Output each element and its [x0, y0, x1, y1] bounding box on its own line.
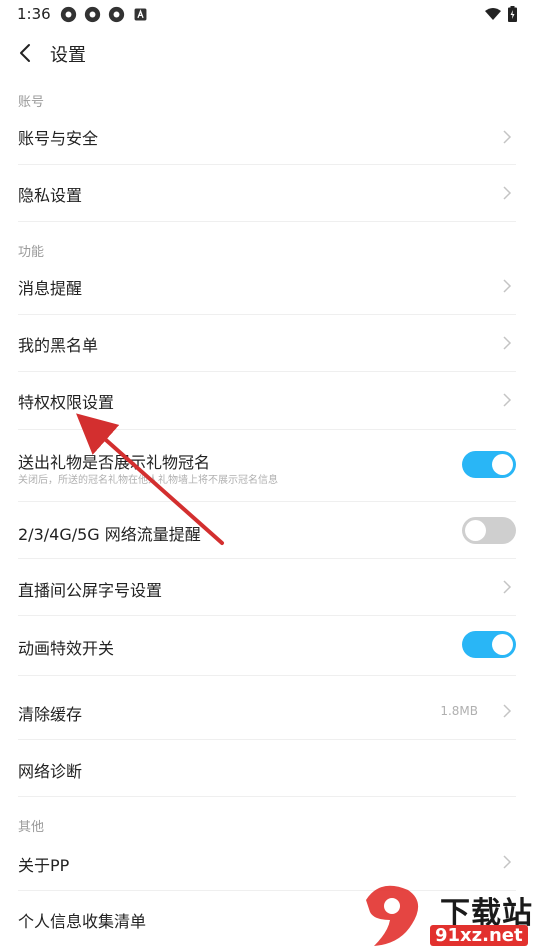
section-header-other: 其他: [18, 820, 45, 835]
toggle-knob: [492, 634, 513, 655]
row-sublabel: 关闭后，所送的冠名礼物在他人礼物墙上将不展示冠名信息: [18, 475, 278, 486]
app-notification-icon: [108, 6, 125, 23]
row-label: 清除缓存: [18, 705, 83, 724]
chevron-right-icon: [503, 704, 512, 718]
status-time: 1:36: [17, 5, 51, 23]
status-bar: 1:36: [0, 0, 534, 28]
row-notifications[interactable]: 消息提醒: [0, 259, 534, 314]
battery-icon: [508, 6, 517, 22]
wifi-icon: [485, 8, 501, 20]
top-bar: 设置: [0, 30, 534, 74]
chevron-right-icon: [503, 855, 512, 869]
chevron-right-icon: [503, 186, 512, 200]
status-icons-left: [60, 6, 149, 23]
row-label: 动画特效开关: [18, 639, 115, 658]
row-animation: 动画特效开关: [0, 616, 534, 673]
chevron-right-icon: [503, 279, 512, 293]
app-notification-icon: [84, 6, 101, 23]
row-label: 特权权限设置: [18, 393, 115, 412]
row-label: 我的黑名单: [18, 336, 99, 355]
row-label: 网络诊断: [18, 762, 83, 781]
app-notification-icon: [60, 6, 77, 23]
chevron-right-icon: [503, 580, 512, 594]
row-gift-crown: 送出礼物是否展示礼物冠名 关闭后，所送的冠名礼物在他人礼物墙上将不展示冠名信息: [0, 430, 534, 500]
toggle-knob: [492, 454, 513, 475]
row-traffic-alert: 2/3/4G/5G 网络流量提醒: [0, 502, 534, 558]
row-network-diagnosis[interactable]: 网络诊断: [0, 740, 534, 796]
back-arrow-icon[interactable]: [12, 39, 40, 67]
chevron-right-icon: [503, 393, 512, 407]
divider: [18, 796, 516, 797]
section-header-account: 账号: [18, 95, 45, 110]
row-label: 送出礼物是否展示礼物冠名: [18, 453, 211, 472]
row-label: 关于PP: [18, 856, 70, 875]
row-font-size[interactable]: 直播间公屏字号设置: [0, 559, 534, 615]
page-title: 设置: [50, 45, 86, 66]
gift-crown-toggle[interactable]: [462, 451, 516, 478]
row-label: 2/3/4G/5G 网络流量提醒: [18, 525, 201, 544]
row-clear-cache[interactable]: 清除缓存 1.8MB: [0, 676, 534, 739]
cache-size-value: 1.8MB: [440, 704, 478, 718]
status-icons-right: [484, 6, 517, 22]
row-label: 个人信息收集清单: [18, 912, 147, 931]
row-privacy[interactable]: 隐私设置: [0, 165, 534, 220]
toggle-knob: [465, 520, 486, 541]
row-label: 直播间公屏字号设置: [18, 581, 163, 600]
row-label: 消息提醒: [18, 279, 83, 298]
a-notification-icon: [134, 8, 147, 21]
watermark-url: 91xz.net: [430, 925, 528, 946]
row-account-security[interactable]: 账号与安全: [0, 110, 534, 164]
row-privilege-settings[interactable]: 特权权限设置: [0, 372, 534, 428]
row-label: 隐私设置: [18, 186, 83, 205]
row-blacklist[interactable]: 我的黑名单: [0, 315, 534, 371]
traffic-alert-toggle[interactable]: [462, 517, 516, 544]
row-label: 账号与安全: [18, 129, 99, 148]
divider: [18, 221, 516, 222]
chevron-right-icon: [503, 336, 512, 350]
animation-toggle[interactable]: [462, 631, 516, 658]
chevron-right-icon: [503, 130, 512, 144]
section-header-features: 功能: [18, 245, 45, 260]
